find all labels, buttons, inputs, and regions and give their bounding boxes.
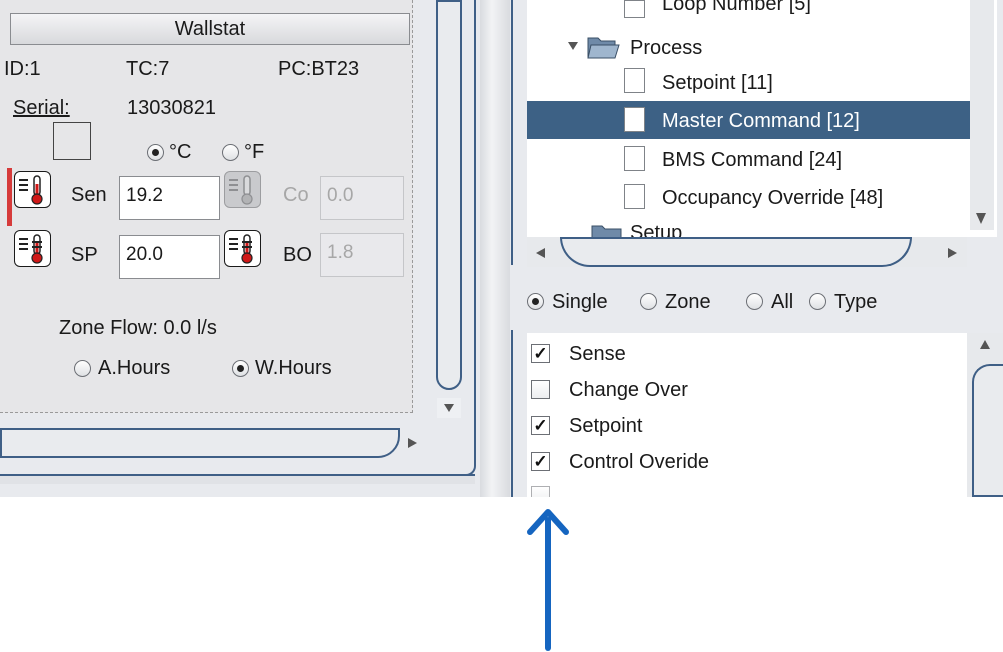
- wallstat-title: Wallstat: [174, 17, 246, 40]
- arrow-right-icon: [408, 438, 417, 448]
- arrow-down-icon: [976, 213, 986, 224]
- scope-label-type: Type: [834, 291, 878, 313]
- left-horizontal-scrollbar-thumb[interactable]: [0, 428, 400, 458]
- bo-label: BO: [283, 244, 312, 266]
- left-scroll-down-button[interactable]: [437, 398, 461, 418]
- tree-folder-setup[interactable]: Setup: [630, 222, 682, 237]
- pc-label: PC:BT23: [278, 58, 360, 80]
- arrow-down-icon: [444, 404, 454, 412]
- document-icon: [624, 107, 645, 132]
- serial-value: 13030821: [127, 97, 216, 119]
- serial-label: Serial:: [13, 97, 70, 119]
- left-vertical-scrollbar-thumb[interactable]: [436, 0, 462, 390]
- checkbox-control-overide[interactable]: ✓: [531, 452, 550, 471]
- scope-label-single: Single: [552, 291, 608, 313]
- tree-item-bms-command[interactable]: BMS Command [24]: [662, 149, 842, 172]
- scope-radio-type[interactable]: [809, 293, 826, 310]
- fahrenheit-label: °F: [244, 141, 265, 163]
- thermometer-icon: [19, 175, 43, 205]
- checklist-left-border: [511, 330, 513, 497]
- tree-folder-process[interactable]: Process: [630, 37, 702, 60]
- checkbox-sense[interactable]: ✓: [531, 344, 550, 363]
- annotation-arrow-icon: [527, 509, 569, 651]
- thermometer-setpoint-icon: [19, 234, 43, 264]
- arrow-left-icon[interactable]: [527, 242, 555, 264]
- bo-thermometer-button[interactable]: [224, 230, 261, 267]
- checklist-scroll-thumb[interactable]: [972, 364, 1003, 497]
- arrow-up-icon: [980, 340, 990, 349]
- checkbox-label-sense: Sense: [569, 343, 626, 365]
- document-icon: [624, 0, 645, 18]
- tree-folder-setup-clip: Setup: [630, 222, 682, 237]
- thermometer-bo-icon: [229, 234, 253, 264]
- document-icon: [624, 184, 645, 209]
- checkbox-setpoint[interactable]: ✓: [531, 416, 550, 435]
- left-outer-frame: [466, 0, 476, 476]
- tc-label: TC:7: [126, 58, 170, 80]
- document-icon: [624, 146, 645, 171]
- checkbox-label-change-over: Change Over: [569, 379, 688, 401]
- setpoint-field[interactable]: 20.0: [119, 235, 220, 279]
- setpoint-label: SP: [71, 244, 98, 266]
- whours-radio[interactable]: [232, 360, 249, 377]
- tree-item-loop-number[interactable]: Loop Number [5]: [662, 0, 811, 16]
- celsius-radio[interactable]: [147, 144, 164, 161]
- document-icon: [624, 68, 645, 93]
- zone-flow-label: Zone Flow: 0.0 l/s: [59, 317, 217, 339]
- arrow-right-icon[interactable]: [940, 242, 966, 264]
- split-divider[interactable]: [480, 0, 510, 497]
- tree-vertical-scrollbar[interactable]: [970, 0, 994, 230]
- scope-radio-single[interactable]: [527, 293, 544, 310]
- scope-label-all: All: [771, 291, 794, 313]
- sense-label: Sen: [71, 184, 107, 206]
- left-scroll-right-button[interactable]: [400, 432, 428, 454]
- sense-thermometer-button[interactable]: [14, 171, 51, 208]
- tree-item-setpoint[interactable]: Setpoint [11]: [662, 72, 773, 95]
- status-box: [53, 122, 91, 160]
- tree-left-border: [511, 0, 513, 265]
- checkbox-label-setpoint: Setpoint: [569, 415, 643, 437]
- thermometer-icon-disabled: [229, 175, 253, 205]
- checkbox-partial[interactable]: [531, 486, 550, 497]
- red-edge-marker: [7, 168, 12, 226]
- folder-open-icon: [587, 37, 620, 59]
- tree-item-master-command[interactable]: Master Command [12]: [662, 110, 860, 133]
- whours-label: W.Hours: [255, 357, 332, 379]
- changeover-thermometer-button[interactable]: [224, 171, 261, 208]
- whours-radio-dot: [237, 365, 244, 372]
- scope-radio-all[interactable]: [746, 293, 763, 310]
- bo-field[interactable]: 1.8: [320, 233, 404, 277]
- scope-radio-zone[interactable]: [640, 293, 657, 310]
- celsius-radio-dot: [152, 149, 159, 156]
- sense-field[interactable]: 19.2: [119, 176, 220, 220]
- ahours-radio[interactable]: [74, 360, 91, 377]
- checkbox-change-over[interactable]: [531, 380, 550, 399]
- checkbox-label-control-overide: Control Overide: [569, 451, 710, 473]
- wallstat-title-button[interactable]: Wallstat: [10, 13, 410, 45]
- setpoint-thermometer-button[interactable]: [14, 230, 51, 267]
- celsius-label: °C: [169, 141, 192, 163]
- ahours-label: A.Hours: [98, 357, 171, 379]
- expand-triangle-icon[interactable]: [566, 39, 580, 53]
- scope-label-zone: Zone: [665, 291, 711, 313]
- tree-horizontal-thumb[interactable]: [560, 237, 912, 267]
- id-label: ID:1: [4, 58, 41, 80]
- changeover-label: Co: [283, 184, 309, 206]
- fahrenheit-radio[interactable]: [222, 144, 239, 161]
- left-bottom-frame: [0, 474, 475, 484]
- tree-item-occupancy-override[interactable]: Occupancy Override [48]: [662, 187, 883, 210]
- changeover-field[interactable]: 0.0: [320, 176, 404, 220]
- folder-closed-icon: [591, 225, 622, 237]
- scope-radio-single-dot: [532, 298, 539, 305]
